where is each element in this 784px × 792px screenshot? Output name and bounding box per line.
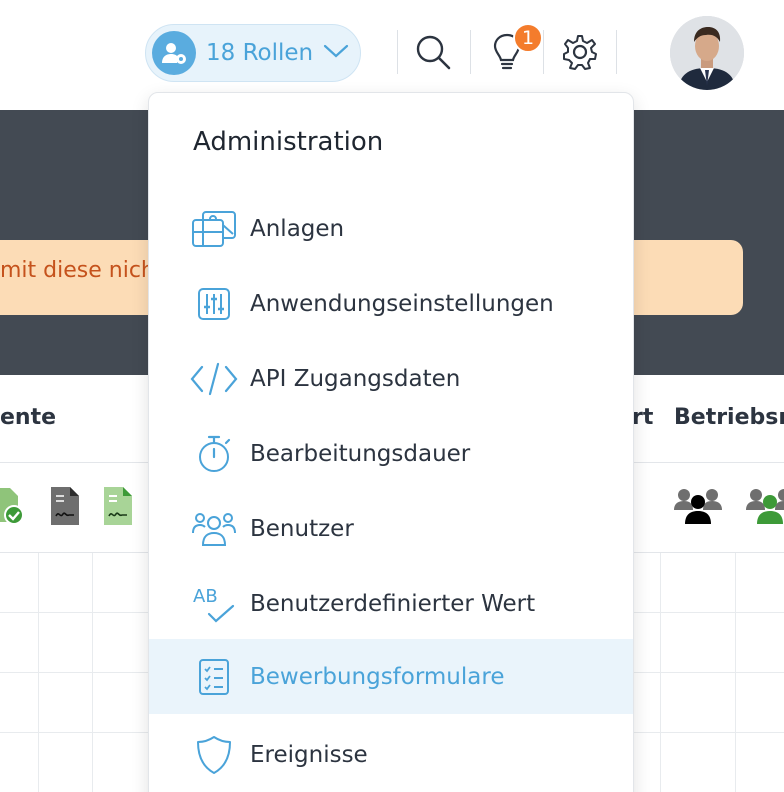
menu-title: Administration (193, 127, 384, 157)
image-gallery-icon (189, 204, 239, 254)
user-cog-icon (152, 31, 196, 75)
menu-item-benutzer[interactable]: Benutzer (149, 491, 633, 566)
menu-item-ereignisse[interactable]: Ereignisse (149, 717, 633, 792)
menu-item-benutzerdefinierter-wert[interactable]: AB Benutzerdefinierter Wert (149, 566, 633, 641)
signature-document-icon[interactable] (50, 486, 80, 530)
divider (543, 30, 544, 74)
table-column-divider (735, 553, 736, 792)
users-group-icon[interactable] (745, 486, 784, 530)
divider (616, 30, 617, 74)
sliders-icon (189, 279, 239, 329)
menu-item-label: Anwendungseinstellungen (250, 290, 554, 317)
svg-text:AB: AB (193, 586, 218, 607)
signature-document-icon[interactable] (103, 486, 133, 530)
column-header[interactable]: Betriebsra (674, 405, 784, 430)
document-approved-icon[interactable] (0, 486, 28, 530)
menu-item-label: Ereignisse (250, 741, 368, 768)
menu-item-api-zugangsdaten[interactable]: API Zugangsdaten (149, 341, 633, 416)
divider (397, 30, 398, 74)
menu-item-bewerbungsformulare[interactable]: Bewerbungsformulare (149, 639, 633, 714)
table-column-divider (92, 553, 93, 792)
column-header[interactable]: ente (0, 405, 56, 430)
roles-dropdown-button[interactable]: 18 Rollen (145, 24, 361, 82)
menu-item-bearbeitungsdauer[interactable]: Bearbeitungsdauer (149, 416, 633, 491)
users-group-icon[interactable] (673, 486, 723, 530)
gear-icon[interactable] (558, 30, 602, 74)
checklist-icon (189, 652, 239, 702)
menu-item-label: API Zugangsdaten (250, 365, 461, 392)
table-column-divider (660, 553, 661, 792)
ab-check-icon: AB (189, 579, 239, 629)
shield-icon (189, 730, 239, 780)
divider (470, 30, 471, 74)
menu-item-label: Anlagen (250, 215, 345, 242)
stopwatch-icon (189, 429, 239, 479)
search-icon[interactable] (411, 30, 455, 74)
menu-item-anwendungseinstellungen[interactable]: Anwendungseinstellungen (149, 266, 633, 341)
warning-text: mit diese nich (0, 258, 155, 283)
notification-badge: 1 (513, 23, 543, 53)
menu-item-anlagen[interactable]: Anlagen (149, 191, 633, 266)
column-header[interactable]: rt (632, 405, 653, 430)
users-icon (189, 504, 239, 554)
avatar[interactable] (670, 16, 744, 90)
administration-menu: Administration Anlagen Anwendungseinstel… (148, 92, 634, 792)
code-icon (189, 354, 239, 404)
menu-item-label: Bewerbungsformulare (250, 663, 505, 690)
menu-item-label: Benutzer (250, 515, 354, 542)
menu-item-label: Benutzerdefinierter Wert (250, 590, 536, 617)
roles-label: 18 Rollen (206, 40, 314, 66)
table-column-divider (38, 553, 39, 792)
chevron-down-icon (323, 43, 349, 63)
menu-item-label: Bearbeitungsdauer (250, 440, 471, 467)
